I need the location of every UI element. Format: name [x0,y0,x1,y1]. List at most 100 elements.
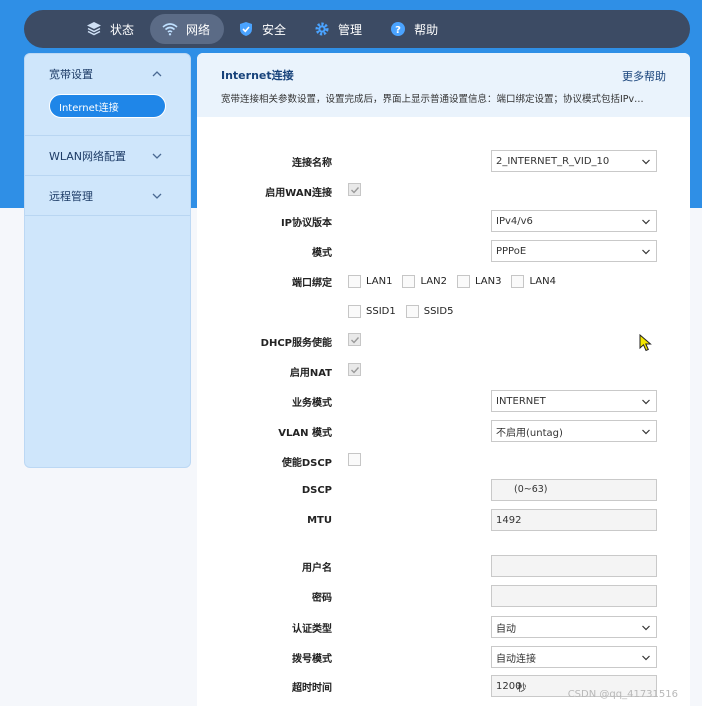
field-label: 认证类型 [292,623,332,635]
select-value: 不启用(untag) [496,427,563,439]
field-label: DHCP服务使能 [260,337,332,349]
password-input[interactable] [491,585,657,607]
timeout-unit: 秒 [517,683,527,694]
nat-checkbox[interactable] [348,363,361,376]
dial-mode-select[interactable]: 自动连接 [491,646,657,668]
select-value: PPPoE [496,245,527,257]
chevron-down-icon [642,429,650,435]
ssid-binding-group: SSID1 SSID5 [348,304,463,318]
page-description: 宽带连接相关参数设置，设置完成后，界面上显示普通设置信息：端口绑定设置；协议模式… [221,94,644,105]
port-label: SSID1 [366,305,396,317]
row-mode: 模式 PPPoE [197,240,690,262]
field-label: VLAN 模式 [278,427,332,439]
port-binding-group: LAN1 LAN2 LAN3 LAN4 [348,274,566,288]
field-label: 超时时间 [292,682,332,694]
sidebar: 宽带设置 Internet连接 WLAN网络配置 远程管理 [24,53,191,468]
row-dscp: DSCP (0~63) [197,479,690,501]
port-lan1[interactable]: LAN1 [348,274,392,288]
sidebar-item-internet[interactable]: Internet连接 [49,94,166,118]
port-ssid5[interactable]: SSID5 [405,304,454,318]
enable-wan-checkbox[interactable] [348,183,361,196]
chevron-down-icon [642,219,650,225]
row-dhcp: DHCP服务使能 [197,330,690,352]
row-service-mode: 业务模式 INTERNET [197,390,690,412]
wifi-icon [162,23,178,36]
field-label: 密码 [312,592,332,604]
lan4-checkbox[interactable] [511,274,525,288]
field-label: IP协议版本 [280,217,332,229]
more-help-link[interactable]: 更多帮助 [622,68,666,84]
sidebar-group-label: 远程管理 [49,189,93,203]
nav-item-security[interactable]: 安全 [226,14,300,44]
row-port-binding: 端口绑定 LAN1 LAN2 LAN3 LAN4 [197,270,690,292]
select-value: INTERNET [496,395,546,407]
connection-name-select[interactable]: 2_INTERNET_R_VID_10 [491,150,657,172]
chevron-down-icon [642,625,650,631]
username-input[interactable] [491,555,657,577]
row-ssid-binding: SSID1 SSID5 [197,300,690,322]
dscp-enable-checkbox[interactable] [348,453,361,466]
chevron-down-icon [642,399,650,405]
sidebar-item-label: Internet连接 [59,102,119,114]
port-ssid1[interactable]: SSID1 [348,304,396,318]
nav-item-help[interactable]: ? 帮助 [378,14,452,44]
port-label: LAN4 [529,275,556,287]
help-icon: ? [391,22,406,36]
check-icon [351,367,360,374]
lan3-checkbox[interactable] [456,274,470,288]
sidebar-group-broadband[interactable]: 宽带设置 [25,54,190,94]
main-panel: Internet连接 更多帮助 宽带连接相关参数设置，设置完成后，界面上显示普通… [197,53,690,706]
row-dial-mode: 拨号模式 自动连接 [197,646,690,668]
port-lan4[interactable]: LAN4 [511,274,556,288]
port-label: LAN2 [420,275,447,287]
select-value: 自动连接 [496,653,536,665]
gear-icon [315,22,329,36]
svg-text:?: ? [395,25,401,36]
sidebar-group-wlan[interactable]: WLAN网络配置 [25,136,190,176]
ssid1-checkbox[interactable] [348,304,361,318]
select-value: 2_INTERNET_R_VID_10 [496,155,610,167]
field-label: DSCP [301,484,332,496]
mode-select[interactable]: PPPoE [491,240,657,262]
port-lan3[interactable]: LAN3 [456,274,501,288]
page-title: Internet连接 [221,69,294,82]
nav-label: 网络 [186,22,211,37]
ssid5-checkbox[interactable] [405,304,419,318]
mtu-input[interactable]: 1492 [491,509,657,531]
top-navigation: 状态 网络 安全 管理 ? 帮助 [24,10,690,48]
nav-item-manage[interactable]: 管理 [302,14,376,44]
field-label: 业务模式 [292,397,332,409]
row-nat: 启用NAT [197,360,690,382]
row-enable-wan: 启用WAN连接 [197,180,690,202]
row-dscp-enable: 使能DSCP [197,450,690,472]
row-vlan-mode: VLAN 模式 不启用(untag) [197,420,690,442]
field-label: 模式 [312,247,332,259]
chevron-down-icon [642,159,650,165]
nav-item-network[interactable]: 网络 [150,14,225,44]
row-password: 密码 [197,585,690,607]
nav-item-status[interactable]: 状态 [24,14,148,44]
lan1-checkbox[interactable] [348,274,361,288]
lan2-checkbox[interactable] [402,274,416,288]
ip-version-select[interactable]: IPv4/v6 [491,210,657,232]
port-label: SSID5 [423,305,454,317]
panel-header: Internet连接 更多帮助 宽带连接相关参数设置，设置完成后，界面上显示普通… [197,53,690,117]
chevron-down-icon [642,249,650,255]
vlan-mode-select[interactable]: 不启用(untag) [491,420,657,442]
port-lan2[interactable]: LAN2 [402,274,447,288]
layers-icon [87,22,101,36]
dhcp-checkbox[interactable] [348,333,361,346]
nav-label: 帮助 [414,22,439,37]
sidebar-group-remote[interactable]: 远程管理 [25,176,190,216]
nav-label: 安全 [262,22,287,37]
row-username: 用户名 [197,555,690,577]
auth-type-select[interactable]: 自动 [491,616,657,638]
chevron-down-icon [642,655,650,661]
sidebar-group-label: WLAN网络配置 [49,149,127,163]
service-mode-select[interactable]: INTERNET [491,390,657,412]
field-label: 使能DSCP [281,457,332,469]
chevron-down-icon [152,193,162,199]
sidebar-group-label: 宽带设置 [49,68,93,81]
check-icon [351,187,360,194]
nav-label: 管理 [338,22,363,37]
